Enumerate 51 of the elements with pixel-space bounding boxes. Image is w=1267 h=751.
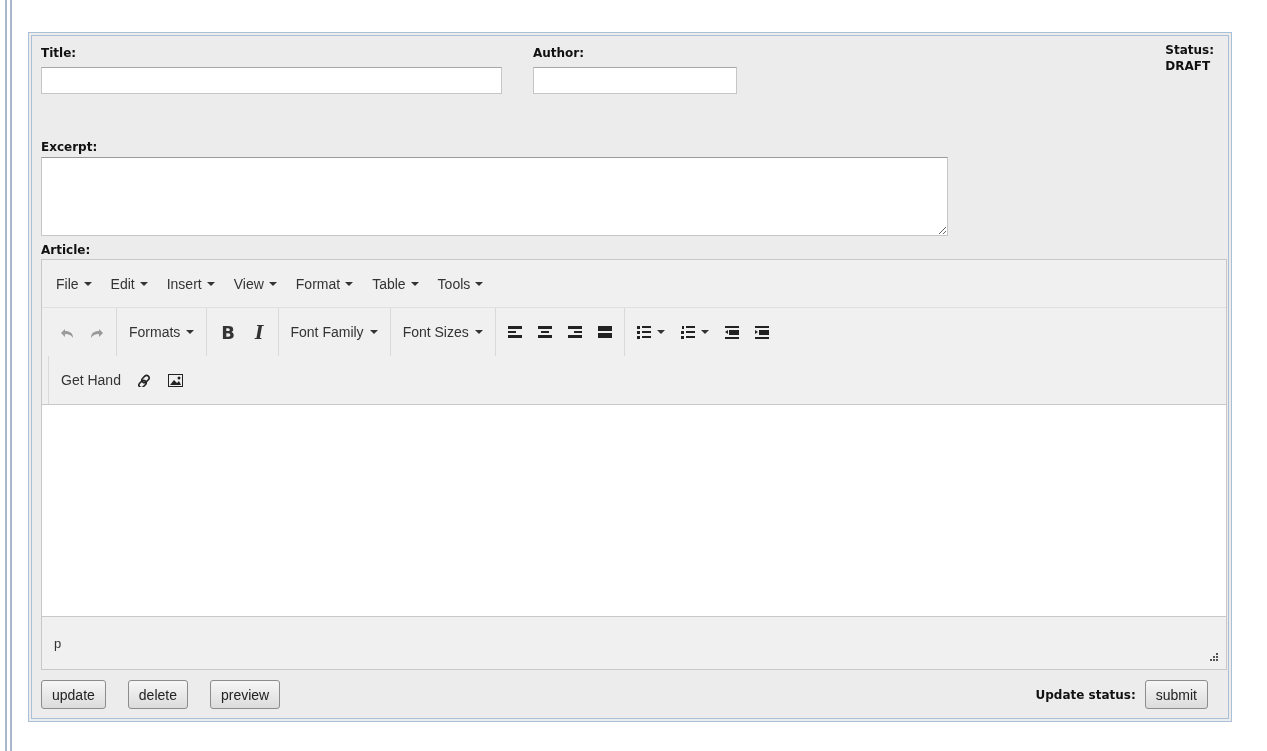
menu-item[interactable]: Tools [429, 271, 492, 296]
italic-button[interactable]: I [245, 319, 274, 345]
outdent-icon [724, 325, 739, 339]
caret-icon [475, 281, 484, 286]
update-status-label: Update status: [1035, 687, 1136, 702]
toolbar-button[interactable]: Get Hand [53, 367, 129, 393]
caret-icon [656, 330, 665, 334]
caret-icon [268, 281, 277, 286]
caret-icon [345, 281, 354, 286]
status-value: DRAFT [1165, 58, 1212, 74]
submit-button[interactable]: submit [1144, 680, 1208, 709]
field-label: Author: [533, 46, 586, 60]
align-right-icon [567, 325, 582, 339]
caret-icon [369, 330, 378, 334]
justify-icon [597, 325, 612, 339]
caret-icon [206, 281, 215, 286]
indent-icon [754, 325, 769, 339]
text-field[interactable] [533, 67, 737, 94]
caret-icon [474, 330, 483, 334]
caret-icon [186, 330, 195, 334]
field-label: Title: [41, 46, 78, 60]
image-icon [167, 373, 183, 387]
excerpt-label: Excerpt: [41, 140, 99, 154]
align-left-icon [507, 325, 522, 339]
numbered-list-icon [680, 325, 695, 339]
caret-icon [139, 281, 148, 286]
menu-item[interactable]: Edit [102, 271, 156, 296]
resize-grip-icon [1210, 653, 1218, 661]
status-label: Status: [1165, 42, 1214, 58]
bullet-list-icon [636, 325, 651, 339]
dropdown-button[interactable]: Formats [121, 319, 203, 345]
caret-icon [83, 281, 92, 286]
caret-icon [700, 330, 709, 334]
excerpt-field[interactable] [41, 157, 948, 236]
menu-item[interactable]: View [225, 271, 285, 296]
text-field[interactable] [41, 67, 502, 94]
dropdown-button[interactable]: Font Sizes [394, 319, 491, 345]
link-icon [136, 373, 152, 387]
menu-item[interactable]: Format [287, 271, 362, 296]
delete-button[interactable]: delete [127, 680, 188, 709]
article-label: Article: [41, 243, 92, 257]
dropdown-button[interactable]: Font Family [282, 319, 386, 345]
caret-icon [410, 281, 419, 286]
align-center-icon [537, 325, 552, 339]
menu-item[interactable]: Insert [158, 271, 223, 296]
bold-button[interactable]: B [211, 319, 246, 345]
menu-item[interactable]: Table [364, 271, 427, 296]
menu-item[interactable]: File [48, 271, 100, 296]
element-path[interactable]: p [54, 635, 62, 651]
preview-button[interactable]: preview [210, 680, 281, 709]
update-button[interactable]: update [41, 680, 106, 709]
